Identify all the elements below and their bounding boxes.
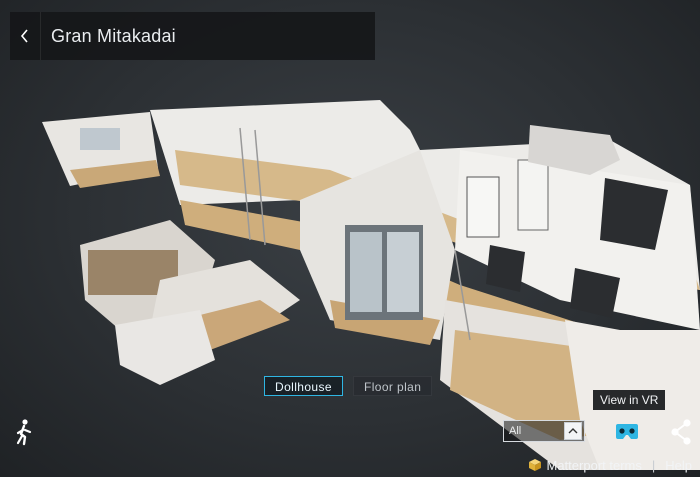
dollhouse-button[interactable]: Dollhouse bbox=[264, 376, 343, 396]
balcony-glass-left bbox=[350, 232, 382, 312]
window-upper-left bbox=[80, 128, 120, 150]
floor-plan-button[interactable]: Floor plan bbox=[352, 376, 433, 396]
door-light-1 bbox=[466, 176, 500, 238]
view-mode-toggle: Dollhouse Floor plan bbox=[264, 376, 433, 396]
vr-headset-icon bbox=[616, 424, 638, 439]
matterport-terms-link[interactable]: Matterport terms bbox=[547, 458, 642, 473]
space-title: Gran Mitakadai bbox=[51, 25, 176, 46]
floor-selector[interactable]: All bbox=[503, 420, 585, 442]
walkthrough-icon[interactable] bbox=[13, 418, 35, 446]
matterport-logo-icon bbox=[528, 459, 541, 471]
view-in-vr-button[interactable] bbox=[612, 420, 642, 444]
footer-separator: | bbox=[651, 457, 656, 473]
vr-tooltip: View in VR bbox=[593, 390, 666, 410]
share-icon[interactable] bbox=[668, 418, 694, 446]
help-link[interactable]: Help bbox=[665, 458, 692, 473]
door-light-2 bbox=[517, 159, 549, 231]
floor-selector-value: All bbox=[509, 425, 522, 437]
balcony-glass-right bbox=[387, 232, 419, 312]
title-bar: Gran Mitakadai bbox=[10, 12, 375, 60]
footer: Matterport terms | Help bbox=[528, 454, 692, 476]
chevron-up-icon bbox=[564, 422, 582, 440]
back-button[interactable] bbox=[10, 12, 41, 60]
door-mid bbox=[486, 245, 525, 292]
chevron-left-icon bbox=[20, 29, 28, 43]
